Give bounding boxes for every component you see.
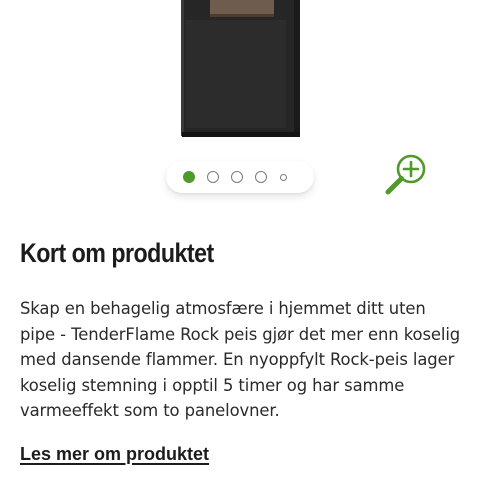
slide-dot-1[interactable] bbox=[183, 171, 195, 183]
zoom-in-icon[interactable] bbox=[383, 152, 431, 198]
product-image-gallery[interactable] bbox=[0, 0, 480, 210]
slide-dot-3[interactable] bbox=[231, 171, 243, 183]
section-title: Kort om produktet bbox=[20, 238, 214, 268]
slide-dot-4[interactable] bbox=[255, 171, 267, 183]
read-more-link[interactable]: Les mer om produktet bbox=[20, 444, 209, 465]
product-image[interactable] bbox=[178, 0, 300, 140]
slide-dot-2[interactable] bbox=[207, 171, 219, 183]
slide-dot-5[interactable] bbox=[280, 174, 287, 181]
product-description: Skap en behagelig atmosfære i hjemmet di… bbox=[20, 299, 461, 421]
slide-indicator bbox=[166, 161, 314, 193]
